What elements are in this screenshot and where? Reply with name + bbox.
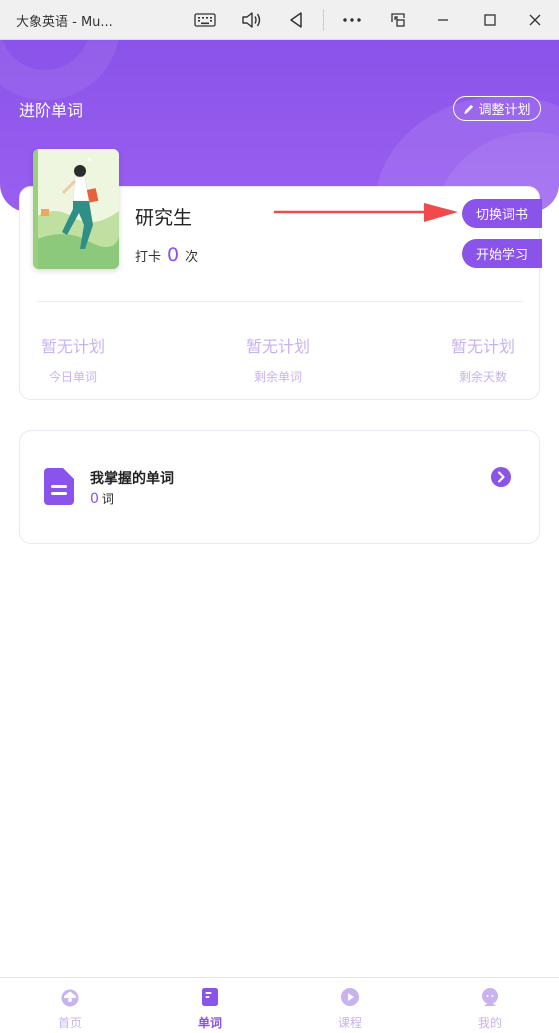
mastered-count-value: 0	[90, 491, 99, 507]
adjust-plan-label: 调整计划	[478, 103, 531, 118]
card-divider	[37, 301, 523, 302]
volume-icon[interactable]	[237, 6, 265, 34]
remaining-words-label: 剩余单词	[254, 370, 303, 384]
mastered-words-count: 0 词	[90, 490, 114, 507]
today-words-label: 今日单词	[49, 370, 98, 384]
nav-courses-label: 课程	[337, 1016, 362, 1030]
nav-courses[interactable]: 课程	[280, 978, 420, 1033]
pip-window-icon[interactable]	[384, 6, 412, 34]
checkin-counter: 打卡 0 次	[135, 244, 198, 266]
header-decoration	[0, 40, 120, 100]
adjust-plan-button[interactable]: 调整计划	[453, 96, 541, 121]
start-learning-button[interactable]: 开始学习	[462, 239, 542, 268]
titlebar-separator	[323, 9, 324, 31]
keyboard-icon[interactable]	[191, 6, 219, 34]
page-title: 进阶单词	[19, 101, 84, 120]
checkin-count: 0	[167, 244, 180, 266]
book-cover[interactable]	[33, 149, 119, 269]
nav-profile[interactable]: 我的	[420, 978, 559, 1033]
mastered-count-unit: 词	[101, 492, 114, 506]
play-icon	[341, 988, 359, 1006]
chevron-right-icon[interactable]	[491, 467, 511, 487]
nav-words-label: 单词	[197, 1016, 222, 1030]
more-options-icon[interactable]	[338, 6, 366, 34]
remaining-words-value: 暂无计划	[246, 337, 311, 356]
switch-book-button[interactable]: 切换词书	[462, 199, 542, 228]
checkin-suffix: 次	[185, 250, 199, 265]
window-title: 大象英语 - Mu...	[16, 15, 113, 30]
nav-home[interactable]: 首页	[0, 978, 140, 1033]
remaining-days-value: 暂无计划	[451, 337, 516, 356]
back-triangle-icon[interactable]	[282, 6, 310, 34]
profile-icon	[482, 988, 498, 1006]
window-titlebar: 大象英语 - Mu...	[0, 0, 559, 40]
mastered-words-title: 我掌握的单词	[90, 471, 174, 487]
nav-words[interactable]: 单词	[140, 978, 280, 1033]
document-icon	[44, 468, 74, 505]
word-book-icon	[202, 988, 218, 1006]
maximize-icon[interactable]	[476, 6, 504, 34]
bottom-navigation: 首页 单词 课程 我的	[0, 977, 559, 1033]
remaining-days-label: 剩余天数	[459, 370, 508, 384]
nav-profile-label: 我的	[477, 1016, 502, 1030]
annotation-arrow	[274, 203, 458, 222]
today-words-value: 暂无计划	[41, 337, 106, 356]
home-icon	[61, 989, 79, 1007]
pencil-icon	[464, 104, 474, 114]
close-icon[interactable]	[521, 6, 549, 34]
nav-home-label: 首页	[57, 1016, 82, 1030]
app-window: 大象英语 - Mu... 进阶单词 调整计划 研究生 打卡 0 次 切换词书 开…	[0, 0, 559, 1033]
minimize-icon[interactable]	[429, 6, 457, 34]
checkin-prefix: 打卡	[135, 250, 162, 265]
book-name: 研究生	[135, 207, 193, 229]
